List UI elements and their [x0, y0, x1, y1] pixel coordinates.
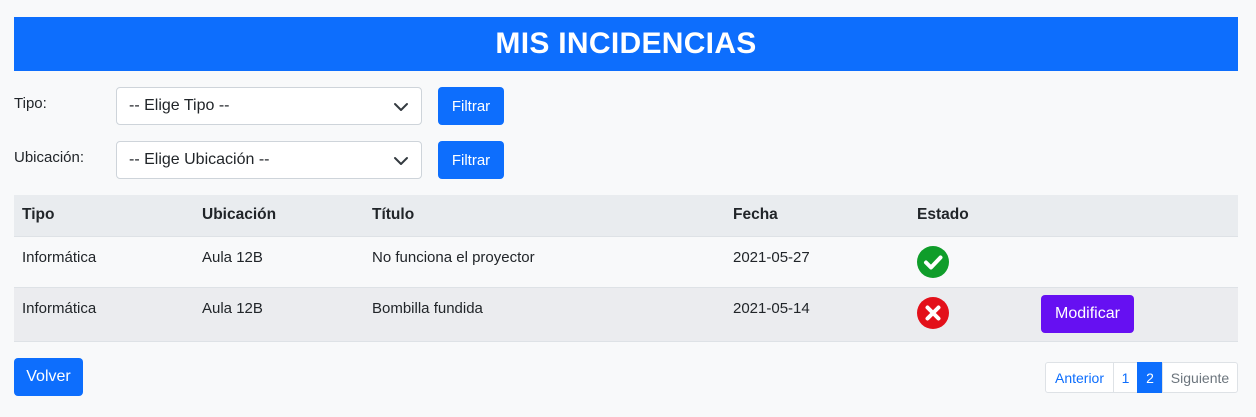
- column-header-fecha: Fecha: [725, 195, 909, 237]
- cell-tipo: Informática: [14, 287, 194, 342]
- cell-ubicacion: Aula 12B: [194, 287, 364, 342]
- ubicacion-select-value: -- Elige Ubicación --: [129, 151, 270, 168]
- tipo-select[interactable]: -- Elige Tipo --: [116, 87, 422, 125]
- column-header-ubicacion: Ubicación: [194, 195, 364, 237]
- page-title: MIS INCIDENCIAS: [14, 17, 1238, 71]
- filter-ubicacion-label: Ubicación:: [14, 149, 85, 166]
- pagination-page-1[interactable]: 1: [1113, 362, 1138, 393]
- pagination: Anterior 1 2 Siguiente: [1045, 362, 1238, 393]
- filter-tipo-label: Tipo:: [14, 95, 47, 112]
- check-circle-icon: [917, 245, 949, 278]
- cell-ubicacion: Aula 12B: [194, 236, 364, 288]
- x-circle-icon: [917, 296, 949, 329]
- column-header-estado: Estado: [909, 195, 1033, 237]
- table-row: Informática Aula 12B Bombilla fundida 20…: [14, 287, 1238, 342]
- pagination-prev[interactable]: Anterior: [1045, 362, 1114, 393]
- cell-fecha: 2021-05-27: [725, 236, 909, 288]
- ubicacion-select[interactable]: -- Elige Ubicación --: [116, 141, 422, 179]
- modificar-button[interactable]: Modificar: [1041, 294, 1134, 333]
- cell-tipo: Informática: [14, 236, 194, 288]
- filter-tipo-button[interactable]: Filtrar: [438, 87, 504, 125]
- pagination-page-2-active[interactable]: 2: [1137, 362, 1163, 393]
- column-header-actions: [1033, 195, 1238, 237]
- chevron-down-icon: [394, 103, 408, 111]
- cell-fecha: 2021-05-14: [725, 287, 909, 342]
- filter-tipo-row: Tipo: -- Elige Tipo -- Filtrar: [14, 87, 514, 125]
- cell-estado: [909, 287, 1033, 342]
- filter-ubicacion-button[interactable]: Filtrar: [438, 141, 504, 179]
- filter-ubicacion-row: Ubicación: -- Elige Ubicación -- Filtrar: [14, 141, 514, 179]
- cell-estado: [909, 236, 1033, 288]
- cell-actions: Modificar: [1033, 287, 1238, 342]
- column-header-tipo: Tipo: [14, 195, 194, 237]
- table-row: Informática Aula 12B No funciona el proy…: [14, 236, 1238, 288]
- cell-titulo: Bombilla fundida: [364, 287, 725, 342]
- table-header-row: Tipo Ubicación Título Fecha Estado: [14, 195, 1238, 237]
- chevron-down-icon: [394, 157, 408, 165]
- cell-titulo: No funciona el proyector: [364, 236, 725, 288]
- pagination-next[interactable]: Siguiente: [1162, 362, 1238, 393]
- volver-button[interactable]: Volver: [14, 358, 83, 396]
- column-header-titulo: Título: [364, 195, 725, 237]
- incidencias-table: Tipo Ubicación Título Fecha Estado Infor…: [14, 195, 1238, 342]
- cell-actions: [1033, 236, 1238, 288]
- tipo-select-value: -- Elige Tipo --: [129, 97, 230, 114]
